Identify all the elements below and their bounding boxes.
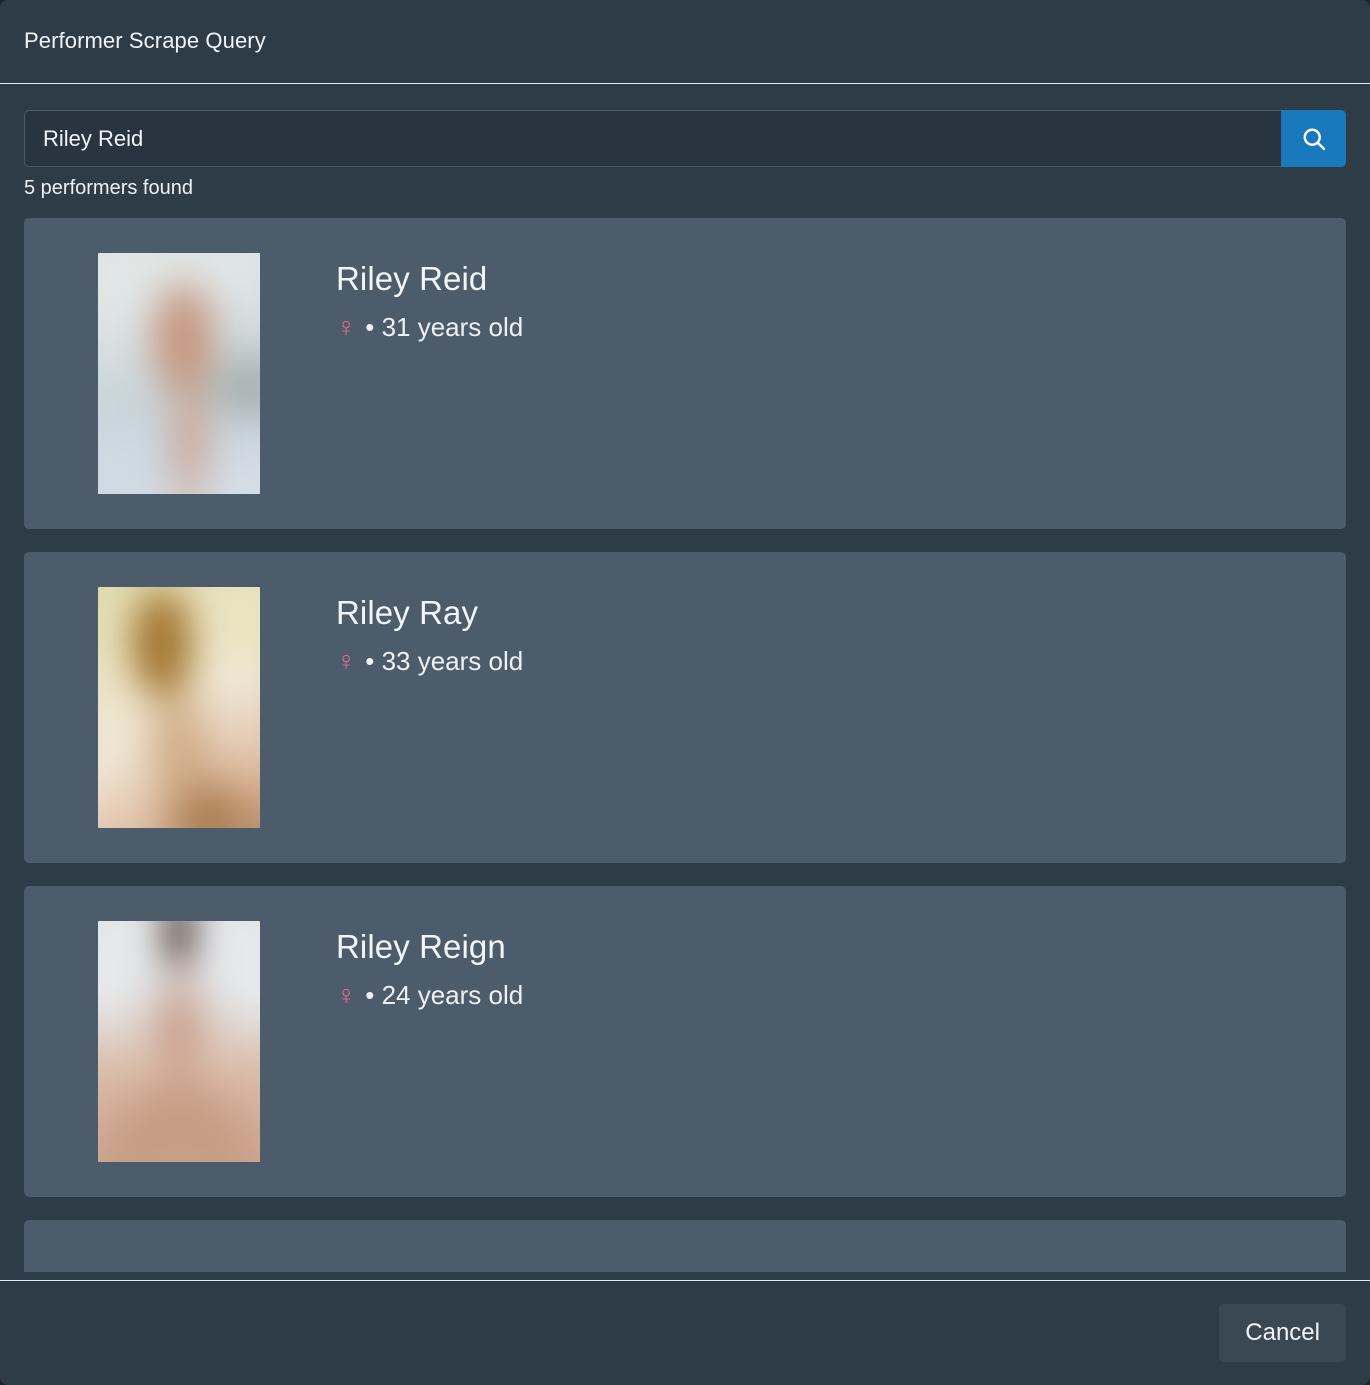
search-button[interactable] <box>1281 110 1346 167</box>
search-input[interactable] <box>24 110 1281 167</box>
performer-info: Riley Reid ♀ • 31 years old <box>336 253 523 344</box>
performer-card[interactable]: Riley Reid ♀ • 31 years old <box>24 218 1346 529</box>
female-icon: ♀ <box>336 312 357 342</box>
performer-meta: ♀ • 31 years old <box>336 311 523 344</box>
modal-footer: Cancel <box>0 1280 1370 1385</box>
search-icon <box>1300 125 1328 153</box>
search-row <box>24 110 1346 167</box>
performer-name: Riley Reid <box>336 260 488 297</box>
modal-body: 5 performers found Riley Reid ♀ • 31 yea… <box>0 84 1370 1280</box>
performer-name: Riley Ray <box>336 594 479 631</box>
performer-scrape-query-modal: Performer Scrape Query 5 performers foun… <box>0 0 1370 1385</box>
blurred-photo <box>98 921 260 1162</box>
performer-card[interactable]: Riley Ray ♀ • 33 years old <box>24 552 1346 863</box>
blurred-photo <box>98 253 260 494</box>
performer-thumbnail <box>98 253 260 494</box>
results-count: 5 performers found <box>24 177 193 199</box>
performer-name: Riley Reign <box>336 928 506 965</box>
modal-title: Performer Scrape Query <box>24 28 266 54</box>
performer-card-partial[interactable] <box>24 1220 1346 1272</box>
performer-info: Riley Reign ♀ • 24 years old <box>336 921 523 1012</box>
modal-header: Performer Scrape Query <box>0 0 1370 84</box>
performer-thumbnail <box>98 921 260 1162</box>
performer-thumbnail <box>98 587 260 828</box>
performer-card[interactable]: Riley Reign ♀ • 24 years old <box>24 886 1346 1197</box>
performer-age-label: • 33 years old <box>365 646 524 677</box>
female-icon: ♀ <box>336 646 357 676</box>
cancel-button[interactable]: Cancel <box>1219 1303 1346 1363</box>
performer-info: Riley Ray ♀ • 33 years old <box>336 587 523 678</box>
performer-age-label: • 31 years old <box>365 312 524 343</box>
performer-meta: ♀ • 33 years old <box>336 645 523 678</box>
blurred-photo <box>98 587 260 828</box>
performer-meta: ♀ • 24 years old <box>336 979 523 1012</box>
female-icon: ♀ <box>336 980 357 1010</box>
performer-age-label: • 24 years old <box>365 980 524 1011</box>
results-list: Riley Reid ♀ • 31 years old Riley Ray ♀ … <box>24 218 1346 1272</box>
